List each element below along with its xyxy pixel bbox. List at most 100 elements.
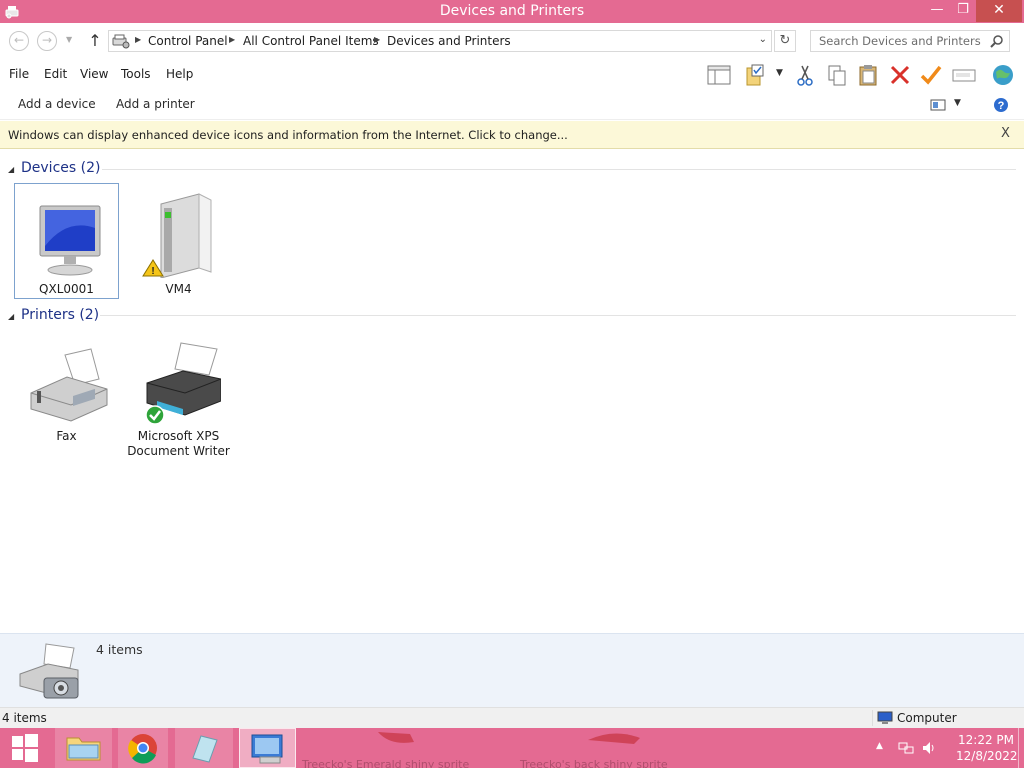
- windows-logo-icon: [12, 734, 38, 762]
- menu-help[interactable]: Help: [166, 67, 193, 81]
- taskbar: Treecko's Emerald shiny sprite Treecko's…: [0, 728, 1024, 768]
- group-header-printers[interactable]: ◢ Printers (2): [8, 306, 100, 328]
- menu-bar: File Edit View Tools Help ▼: [0, 59, 1024, 91]
- group-label-devices: Devices (2): [21, 160, 101, 176]
- rename-icon[interactable]: [951, 62, 977, 88]
- title-bar: Devices and Printers — ❐ ✕: [0, 0, 1024, 23]
- device-label: VM4: [165, 282, 192, 296]
- show-desktop-button[interactable]: [1018, 728, 1024, 768]
- breadcrumb-separator[interactable]: ▶: [229, 35, 235, 44]
- status-item-count: 4 items: [2, 711, 47, 725]
- device-list: ◢ Devices (2) QXL0001 ! VM4 ◢ Printers (…: [0, 149, 1024, 633]
- change-view-icon[interactable]: [930, 98, 946, 112]
- collapse-triangle-icon[interactable]: ◢: [8, 165, 14, 174]
- maximize-button[interactable]: ❐: [950, 0, 976, 22]
- wallpaper-caption: Treecko's back shiny sprite: [520, 758, 668, 768]
- group-header-devices[interactable]: ◢ Devices (2): [8, 159, 101, 181]
- chrome-icon: [128, 734, 157, 764]
- info-bar-close-button[interactable]: X: [1001, 126, 1010, 141]
- recent-locations-button[interactable]: ▼: [66, 35, 72, 44]
- up-button[interactable]: ↑: [86, 31, 104, 51]
- hard-drive-icon: !: [142, 193, 212, 278]
- show-hidden-icons-button[interactable]: ▲: [876, 741, 883, 751]
- status-location: Computer: [897, 711, 957, 725]
- view-options-dropdown[interactable]: ▼: [954, 98, 961, 108]
- collapse-triangle-icon[interactable]: ◢: [8, 312, 14, 321]
- help-icon[interactable]: ?: [993, 97, 1009, 113]
- search-icon[interactable]: [990, 34, 1004, 48]
- status-divider: [872, 710, 873, 726]
- menu-file[interactable]: File: [9, 67, 29, 81]
- clock-time[interactable]: 12:22 PM: [958, 733, 1014, 747]
- svg-text:!: !: [151, 266, 154, 277]
- address-row: ← → ▼ ↑ ▶ Control Panel ▶ All Control Pa…: [0, 23, 1024, 59]
- search-input[interactable]: [811, 31, 987, 51]
- properties-dropdown-icon[interactable]: ▼: [776, 68, 783, 78]
- breadcrumb-devices-printers[interactable]: Devices and Printers: [387, 34, 511, 48]
- back-button[interactable]: ←: [9, 31, 29, 51]
- printer-tile-xps-writer[interactable]: Microsoft XPS Document Writer: [126, 330, 231, 458]
- clock-date[interactable]: 12/8/2022: [956, 749, 1018, 763]
- window-title: Devices and Printers: [439, 3, 585, 19]
- info-bar[interactable]: Windows can display enhanced device icon…: [0, 121, 1024, 149]
- start-button[interactable]: [0, 728, 48, 768]
- breadcrumb-separator[interactable]: ▶: [374, 35, 380, 44]
- device-label: QXL0001: [39, 282, 94, 296]
- volume-icon[interactable]: [921, 740, 937, 756]
- minimize-button[interactable]: —: [924, 0, 950, 22]
- wallpaper-sprite: [588, 733, 640, 744]
- properties-icon[interactable]: [743, 62, 769, 88]
- add-device-button[interactable]: Add a device: [18, 97, 96, 111]
- devices-printers-large-icon: [19, 643, 79, 699]
- delete-icon[interactable]: [887, 62, 913, 88]
- layout-icon[interactable]: [706, 62, 732, 88]
- breadcrumb-all-items[interactable]: All Control Panel Items: [243, 34, 379, 48]
- wallpaper-sprite: [378, 732, 414, 743]
- svg-text:?: ?: [998, 100, 1005, 112]
- refresh-button[interactable]: ↻: [774, 30, 796, 52]
- fax-icon: [30, 348, 108, 422]
- folder-icon: [66, 737, 101, 761]
- printer-label: Fax: [56, 429, 77, 443]
- network-icon[interactable]: [898, 741, 914, 755]
- details-pane: 4 items: [0, 633, 1024, 707]
- forward-button[interactable]: →: [37, 31, 57, 51]
- taskbar-file-explorer[interactable]: [55, 728, 112, 768]
- address-history-dropdown[interactable]: ⌄: [759, 34, 767, 45]
- add-printer-button[interactable]: Add a printer: [116, 97, 195, 111]
- menu-view[interactable]: View: [80, 67, 108, 81]
- wallpaper-caption: Treecko's Emerald shiny sprite: [302, 758, 470, 768]
- taskbar-chrome[interactable]: [118, 728, 168, 768]
- taskbar-devices-printers[interactable]: [239, 728, 296, 768]
- printer-icon: [145, 342, 221, 425]
- paste-icon[interactable]: [855, 62, 881, 88]
- close-button[interactable]: ✕: [976, 0, 1022, 22]
- menu-tools[interactable]: Tools: [121, 67, 151, 81]
- cut-icon[interactable]: [792, 62, 818, 88]
- group-divider: [100, 315, 1016, 316]
- device-tile-qxl0001[interactable]: QXL0001: [14, 183, 119, 299]
- device-tile-vm4[interactable]: ! VM4: [126, 183, 231, 299]
- details-item-count: 4 items: [96, 642, 143, 657]
- menu-edit[interactable]: Edit: [44, 67, 67, 81]
- breadcrumb-separator: ▶: [135, 35, 142, 44]
- info-bar-message[interactable]: Windows can display enhanced device icon…: [8, 128, 568, 142]
- printer-label: Microsoft XPS Document Writer: [127, 429, 230, 458]
- search-box[interactable]: [810, 30, 1010, 52]
- app-icon: [192, 735, 218, 763]
- taskbar-app[interactable]: [175, 728, 233, 768]
- copy-icon[interactable]: [824, 62, 850, 88]
- status-bar: 4 items Computer: [0, 707, 1024, 728]
- group-divider: [102, 169, 1016, 170]
- devices-printers-icon: [251, 734, 283, 764]
- globe-icon[interactable]: [990, 62, 1016, 88]
- command-bar: Add a device Add a printer ▼ ?: [0, 91, 1024, 120]
- printer-tile-fax[interactable]: Fax: [14, 330, 119, 446]
- monitor-icon: [39, 205, 101, 276]
- control-panel-icon: [112, 34, 130, 49]
- computer-icon: [877, 711, 893, 724]
- checkmark-icon[interactable]: [918, 62, 944, 88]
- breadcrumb-control-panel[interactable]: Control Panel: [148, 34, 228, 48]
- group-label-printers: Printers (2): [21, 307, 100, 323]
- address-bar[interactable]: ▶ Control Panel ▶ All Control Panel Item…: [108, 30, 772, 52]
